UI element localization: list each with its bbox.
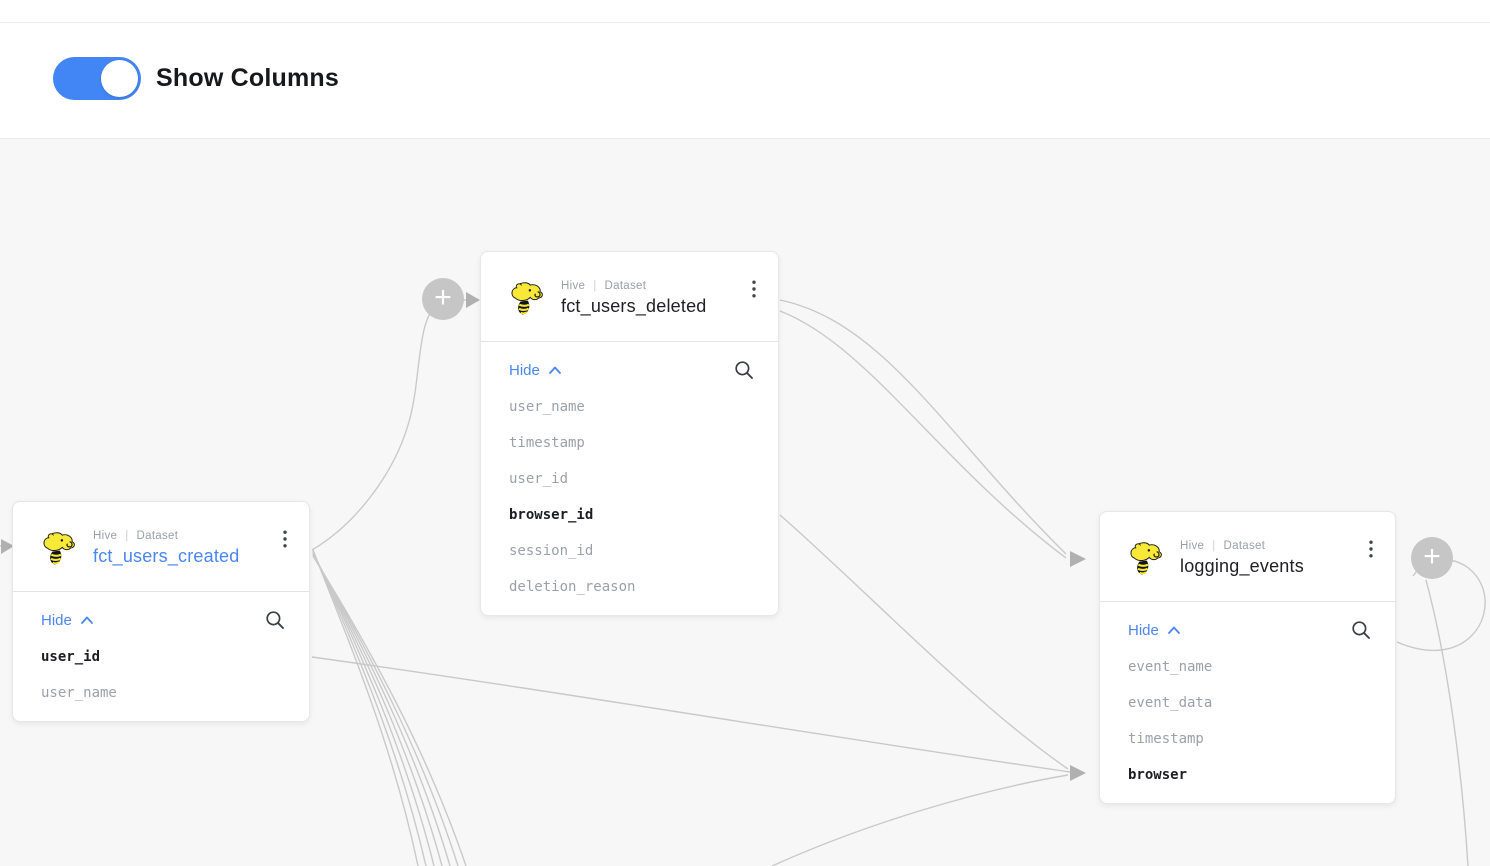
- entity-type-label: Dataset: [137, 530, 179, 542]
- toggle-knob-icon: [101, 60, 138, 97]
- edge-bottom-to-browser: [772, 775, 1068, 866]
- plus-icon: +: [1423, 542, 1441, 572]
- show-columns-label: Show Columns: [156, 64, 339, 93]
- hive-logo-icon: [41, 530, 77, 568]
- column-row[interactable]: user_name: [509, 389, 754, 425]
- platform-row: Hive | Dataset: [1180, 540, 1365, 552]
- toolbar: Show Columns: [0, 0, 1490, 138]
- plus-icon: +: [434, 283, 452, 313]
- platform-separator: |: [125, 530, 128, 542]
- hive-logo-icon: [509, 280, 545, 318]
- entity-type-label: Dataset: [605, 280, 647, 292]
- platform-row: Hive | Dataset: [561, 280, 748, 292]
- platform-row: Hive | Dataset: [93, 530, 279, 542]
- arrowhead-into-browser-row: [1070, 765, 1086, 781]
- column-row[interactable]: user_id: [41, 639, 285, 675]
- column-row[interactable]: timestamp: [1128, 721, 1371, 757]
- hide-columns-link[interactable]: Hide: [509, 362, 561, 379]
- top-divider: [0, 22, 1490, 23]
- columns-panel: Hide event_name event_data timestamp bro…: [1100, 602, 1395, 803]
- platform-label: Hive: [1180, 540, 1204, 552]
- hide-label: Hide: [41, 612, 72, 629]
- edge-logging-descender: [1426, 580, 1468, 866]
- column-row[interactable]: event_data: [1128, 685, 1371, 721]
- arrowhead-into-logging: [1070, 551, 1086, 567]
- columns-panel: Hide user_id user_name: [13, 592, 309, 721]
- node-fct-users-created[interactable]: Hive | Dataset fct_users_created Hide: [12, 501, 310, 722]
- hide-columns-link[interactable]: Hide: [41, 612, 93, 629]
- column-row[interactable]: browser_id: [509, 497, 754, 533]
- lineage-canvas: Show Columns + + Hive | Da: [0, 0, 1490, 866]
- column-row[interactable]: user_id: [509, 461, 754, 497]
- kebab-menu-icon: [1369, 540, 1373, 558]
- platform-separator: |: [1212, 540, 1215, 552]
- node-title[interactable]: fct_users_created: [93, 546, 279, 567]
- node-fct-users-deleted[interactable]: Hive | Dataset fct_users_deleted Hide: [480, 251, 779, 616]
- search-columns-button[interactable]: [1351, 620, 1371, 640]
- show-columns-toggle[interactable]: [53, 57, 141, 100]
- entity-type-label: Dataset: [1224, 540, 1266, 552]
- node-menu-button[interactable]: [748, 276, 760, 307]
- edge-created-to-deleted: [312, 301, 441, 550]
- hide-columns-link[interactable]: Hide: [1128, 622, 1180, 639]
- node-header: Hive | Dataset fct_users_deleted: [481, 252, 778, 341]
- column-row[interactable]: event_name: [1128, 649, 1371, 685]
- hide-label: Hide: [509, 362, 540, 379]
- platform-separator: |: [593, 280, 596, 292]
- hive-logo-icon: [1128, 540, 1164, 578]
- node-header: Hive | Dataset logging_events: [1100, 512, 1395, 601]
- edge-fan-1: [313, 550, 418, 866]
- chevron-up-icon: [549, 366, 561, 374]
- column-row[interactable]: timestamp: [509, 425, 754, 461]
- search-columns-button[interactable]: [734, 360, 754, 380]
- node-menu-button[interactable]: [279, 526, 291, 557]
- edge-userid-to-browser: [312, 657, 1070, 772]
- column-row[interactable]: deletion_reason: [509, 569, 754, 605]
- kebab-menu-icon: [283, 530, 287, 548]
- edge-deleted-to-logging-2: [780, 311, 1066, 558]
- edge-deleted-to-browser: [780, 515, 1068, 769]
- node-menu-button[interactable]: [1365, 536, 1377, 567]
- expand-upstream-button[interactable]: +: [422, 278, 464, 320]
- platform-label: Hive: [561, 280, 585, 292]
- chevron-up-icon: [1168, 626, 1180, 634]
- platform-label: Hive: [93, 530, 117, 542]
- node-title[interactable]: fct_users_deleted: [561, 296, 748, 317]
- column-row[interactable]: browser: [1128, 757, 1371, 793]
- edge-fan-2: [313, 551, 426, 866]
- canvas-top-divider: [0, 138, 1490, 139]
- expand-downstream-button[interactable]: +: [1411, 537, 1453, 579]
- node-title[interactable]: logging_events: [1180, 556, 1365, 577]
- column-row[interactable]: session_id: [509, 533, 754, 569]
- node-header: Hive | Dataset fct_users_created: [13, 502, 309, 591]
- columns-panel: Hide user_name timestamp user_id browser…: [481, 342, 778, 615]
- search-icon: [1351, 620, 1371, 640]
- chevron-up-icon: [81, 616, 93, 624]
- column-row[interactable]: user_name: [41, 675, 285, 711]
- hide-label: Hide: [1128, 622, 1159, 639]
- search-icon: [734, 360, 754, 380]
- search-columns-button[interactable]: [265, 610, 285, 630]
- kebab-menu-icon: [752, 280, 756, 298]
- node-logging-events[interactable]: Hive | Dataset logging_events Hide: [1099, 511, 1396, 804]
- search-icon: [265, 610, 285, 630]
- arrowhead-into-deleted: [466, 292, 480, 308]
